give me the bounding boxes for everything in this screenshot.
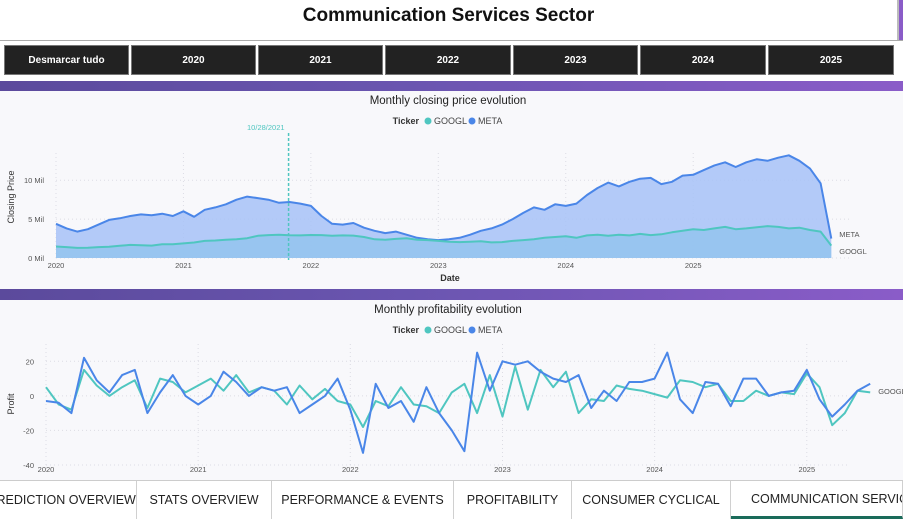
legend-meta-label[interactable]: META	[478, 116, 502, 126]
legend-googl-label[interactable]: GOOGL	[434, 116, 467, 126]
series-line-meta[interactable]	[45, 351, 871, 454]
legend-title: Ticker	[393, 325, 420, 335]
tab-communication-services[interactable]: COMMUNICATION SERVICES	[731, 481, 903, 519]
legend-googl-label[interactable]: GOOGL	[434, 325, 467, 335]
year-2024-button[interactable]: 2024	[640, 45, 766, 75]
annotation-label: 10/28/2021	[247, 123, 285, 132]
year-2022-button[interactable]: 2022	[385, 45, 511, 75]
tab-performance-events[interactable]: PERFORMANCE & EVENTS	[272, 481, 454, 519]
legend-googl-dot	[424, 117, 432, 125]
legend-meta-dot	[468, 326, 476, 334]
y-tick-label: 0	[30, 392, 34, 401]
tab-consumer-cyclical[interactable]: CONSUMER CYCLICAL	[572, 481, 731, 519]
y-tick-label: -40	[23, 461, 34, 470]
price-area-chart: Monthly closing price evolution Ticker G…	[6, 95, 867, 283]
y-tick-label: 5 Mil	[28, 215, 44, 224]
axes: 2020 2021 2022 2023 2024 2025 -40 -20 0 20 GOOGL	[23, 357, 903, 474]
end-label-googl: GOOGL	[878, 387, 903, 396]
year-2025-button[interactable]: 2025	[768, 45, 894, 75]
legend-meta-label[interactable]: META	[478, 325, 502, 335]
end-label-meta: META	[839, 230, 859, 239]
x-tick-label: 2021	[175, 261, 192, 270]
x-tick-label: 2025	[685, 261, 702, 270]
y-tick-label: 20	[26, 357, 34, 366]
x-tick-label: 2020	[38, 465, 55, 474]
chart-title: Monthly profitability evolution	[374, 304, 522, 316]
x-tick-label: 2021	[190, 465, 207, 474]
legend-title: Ticker	[393, 116, 420, 126]
profit-line-chart: Monthly profitability evolution Ticker G…	[6, 304, 903, 474]
page-tabs: PREDICTION OVERVIEW STATS OVERVIEW PERFO…	[0, 480, 903, 519]
x-tick-label: 2022	[303, 261, 320, 270]
page-title: Communication Services Sector	[302, 5, 595, 26]
legend-googl-dot	[424, 326, 432, 334]
x-tick-label: 2022	[342, 465, 359, 474]
series-line-googl[interactable]	[45, 365, 871, 428]
x-tick-label: 2024	[646, 465, 663, 474]
x-tick-label: 2025	[798, 465, 815, 474]
x-tick-label: 2020	[48, 261, 65, 270]
plot-area	[45, 351, 871, 454]
x-tick-label: 2024	[557, 261, 574, 270]
x-tick-label: 2023	[430, 261, 447, 270]
year-filter-bar: Desmarcar tudo 2020 2021 2022 2023 2024 …	[0, 40, 903, 81]
tab-stats-overview[interactable]: STATS OVERVIEW	[137, 481, 272, 519]
year-2021-button[interactable]: 2021	[258, 45, 383, 75]
price-chart-panel: Monthly closing price evolution Ticker G…	[0, 91, 903, 289]
y-axis-label: Profit	[6, 393, 16, 415]
title-box: Communication Services Sector	[0, 0, 899, 40]
clear-all-button[interactable]: Desmarcar tudo	[4, 45, 129, 75]
x-tick-label: 2023	[494, 465, 511, 474]
y-tick-label: 0 Mil	[28, 254, 44, 263]
end-label-googl: GOOGL	[839, 247, 867, 256]
chart-title: Monthly closing price evolution	[370, 95, 527, 107]
x-axis-label: Date	[440, 273, 460, 283]
y-tick-label: -20	[23, 426, 34, 435]
plot-area	[55, 133, 833, 260]
year-2023-button[interactable]: 2023	[513, 45, 638, 75]
profit-chart-panel: Monthly profitability evolution Ticker G…	[0, 300, 903, 480]
tab-prediction-overview[interactable]: PREDICTION OVERVIEW	[0, 481, 137, 519]
tab-profitability[interactable]: PROFITABILITY	[454, 481, 572, 519]
y-tick-label: 10 Mil	[24, 176, 44, 185]
y-axis-label: Closing Price	[6, 170, 16, 223]
legend-meta-dot	[468, 117, 476, 125]
year-2020-button[interactable]: 2020	[131, 45, 256, 75]
